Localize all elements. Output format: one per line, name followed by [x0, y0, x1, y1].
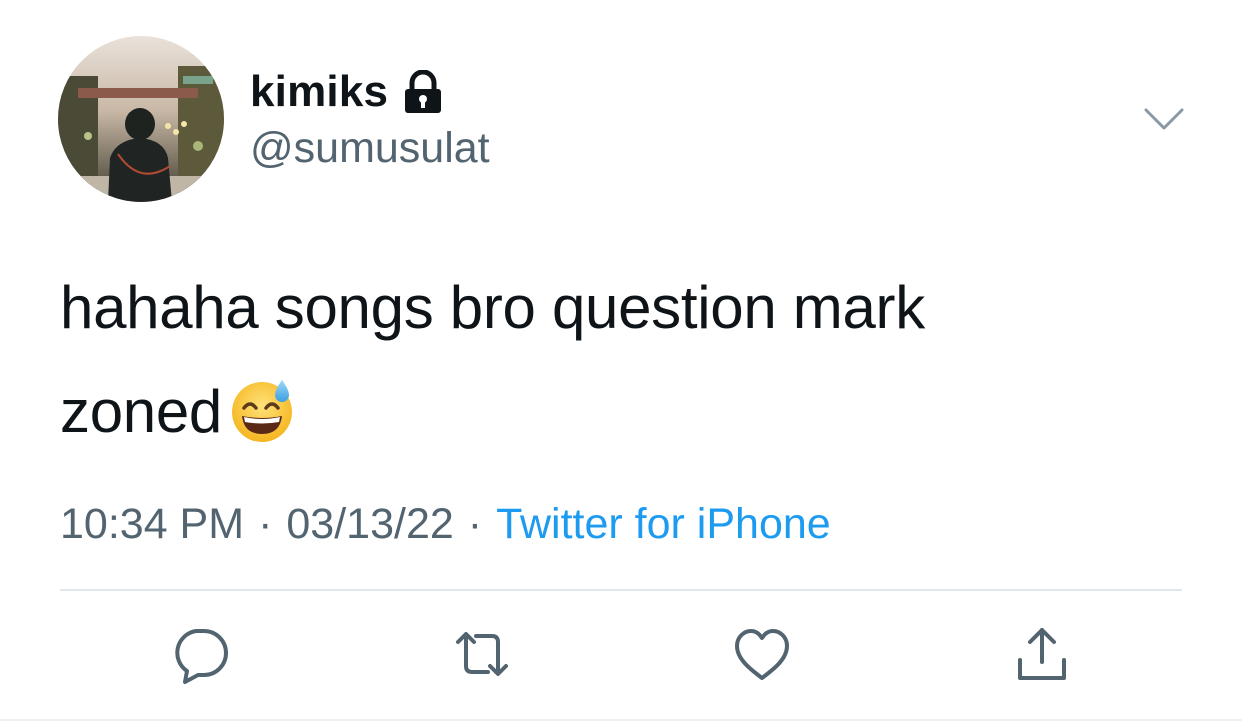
display-name[interactable]: kimiks: [250, 67, 388, 117]
retweet-icon: [456, 632, 508, 676]
bottom-divider: [0, 719, 1242, 721]
lock-icon: [402, 69, 444, 114]
tweet-meta: 10:34 PM · 03/13/22 · Twitter for iPhone: [60, 500, 831, 549]
tweet-date: 03/13/22: [286, 500, 454, 548]
retweet-button[interactable]: [450, 622, 514, 686]
tweet-time: 10:34 PM: [60, 500, 245, 548]
like-icon: [735, 629, 789, 680]
reply-button[interactable]: [168, 622, 232, 686]
tweet-text: hahaha songs bro question mark zoned: [60, 256, 1180, 464]
divider: [60, 589, 1182, 591]
avatar-photo: [58, 36, 224, 202]
meta-separator: ·: [467, 500, 483, 548]
share-button[interactable]: [1010, 622, 1074, 686]
tweet-text-line: hahaha songs bro question mark: [60, 274, 925, 341]
grinning-face-with-sweat-icon: [228, 372, 296, 442]
avatar[interactable]: [58, 36, 224, 202]
chevron-down-icon[interactable]: [1142, 104, 1186, 134]
author-name-row[interactable]: kimiks: [250, 66, 444, 118]
tweet-source-link[interactable]: Twitter for iPhone: [496, 500, 831, 548]
share-icon: [1018, 628, 1066, 680]
reply-icon: [175, 629, 228, 684]
author-handle[interactable]: @sumusulat: [250, 124, 490, 173]
tweet-text-word: zoned: [60, 378, 222, 445]
tweet-text-line: zoned: [60, 360, 1180, 464]
like-button[interactable]: [730, 622, 794, 686]
meta-separator: ·: [258, 500, 273, 548]
